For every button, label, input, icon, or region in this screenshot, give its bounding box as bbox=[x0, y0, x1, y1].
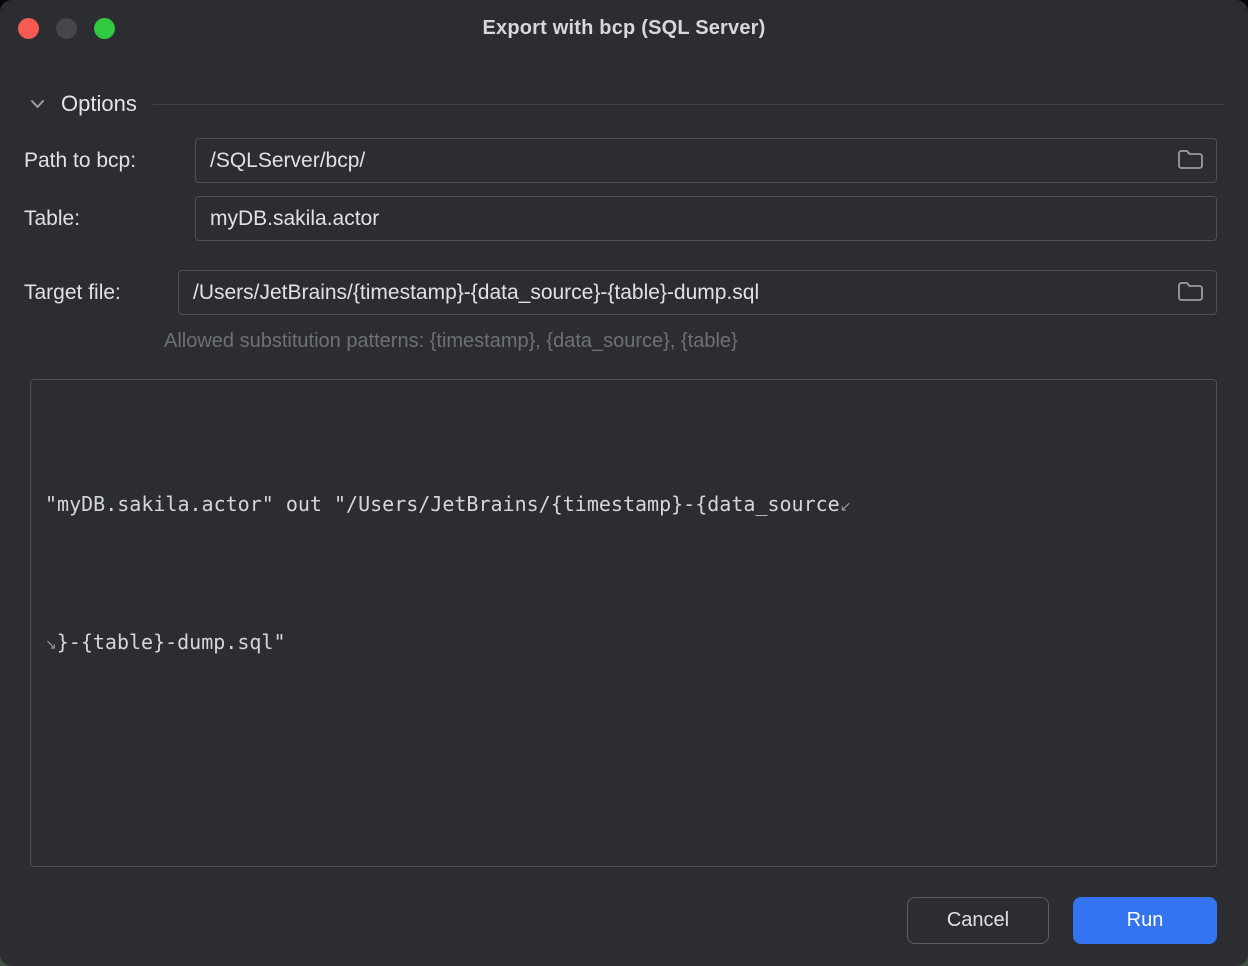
target-file-label: Target file: bbox=[24, 281, 178, 305]
minimize-window-button[interactable] bbox=[56, 18, 77, 39]
options-section-label: Options bbox=[61, 91, 137, 117]
run-button[interactable]: Run bbox=[1073, 897, 1217, 944]
browse-bcp-path-button[interactable] bbox=[1177, 148, 1204, 174]
dialog-title: Export with bcp (SQL Server) bbox=[482, 17, 765, 40]
table-field-box bbox=[195, 196, 1217, 241]
command-line: "myDB.sakila.actor" out "/Users/JetBrain… bbox=[45, 482, 1202, 530]
path-to-bcp-input[interactable] bbox=[210, 149, 1167, 173]
section-separator bbox=[153, 104, 1225, 105]
cancel-button[interactable]: Cancel bbox=[907, 897, 1049, 944]
command-line: ↘}-{table}-dump.sql" bbox=[45, 620, 1202, 668]
table-row: Table: bbox=[24, 196, 1217, 241]
chevron-down-icon bbox=[30, 99, 45, 109]
path-to-bcp-field-box bbox=[195, 138, 1217, 183]
target-file-field-box bbox=[178, 270, 1217, 315]
substitution-patterns-hint: Allowed substitution patterns: {timestam… bbox=[164, 330, 1217, 353]
export-bcp-dialog: Export with bcp (SQL Server) Options Pat… bbox=[0, 0, 1248, 966]
window-controls bbox=[18, 18, 115, 39]
options-section-header[interactable]: Options bbox=[30, 91, 1225, 117]
soft-wrap-end-icon: ↙ bbox=[840, 499, 852, 515]
close-window-button[interactable] bbox=[18, 18, 39, 39]
folder-icon bbox=[1177, 280, 1204, 306]
table-label: Table: bbox=[24, 207, 195, 231]
command-preview-editor[interactable]: "myDB.sakila.actor" out "/Users/JetBrain… bbox=[30, 379, 1217, 867]
soft-wrap-start-icon: ↘ bbox=[45, 637, 57, 653]
table-input[interactable] bbox=[210, 207, 1204, 231]
zoom-window-button[interactable] bbox=[94, 18, 115, 39]
target-file-row: Target file: bbox=[24, 270, 1217, 315]
title-bar: Export with bcp (SQL Server) bbox=[0, 0, 1248, 56]
target-file-input[interactable] bbox=[193, 281, 1167, 305]
path-to-bcp-label: Path to bcp: bbox=[24, 149, 195, 173]
dialog-footer: Cancel Run bbox=[907, 897, 1217, 944]
browse-target-file-button[interactable] bbox=[1177, 280, 1204, 306]
path-to-bcp-row: Path to bcp: bbox=[24, 138, 1217, 183]
folder-icon bbox=[1177, 148, 1204, 174]
command-line-text: }-{table}-dump.sql" bbox=[57, 630, 286, 654]
command-line-text: "myDB.sakila.actor" out "/Users/JetBrain… bbox=[45, 492, 840, 516]
